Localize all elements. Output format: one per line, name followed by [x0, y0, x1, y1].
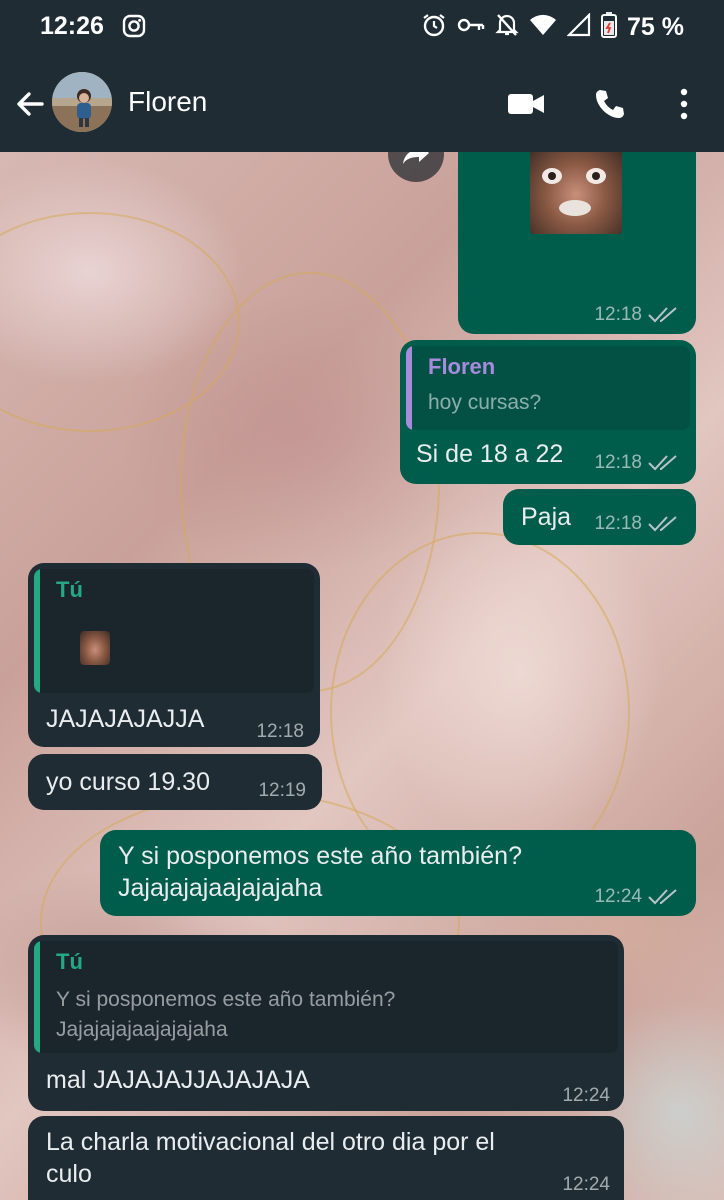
- forward-icon: [403, 152, 429, 164]
- message-meta: 12:24: [594, 886, 678, 908]
- call-icon: [596, 90, 624, 118]
- battery-percent: 75 %: [627, 13, 684, 41]
- sticker-image: [530, 152, 622, 234]
- message-outgoing[interactable]: Y si posponemos este año también? Jajaja…: [100, 830, 696, 916]
- contact-name[interactable]: Floren: [128, 86, 207, 118]
- status-bar: 12:26 75 %: [0, 0, 724, 56]
- battery-icon: [601, 12, 618, 43]
- quote-text-line: Y si posponemos este año también?: [56, 988, 396, 1011]
- avatar-photo: [52, 72, 112, 132]
- vpn-key-icon: [457, 15, 485, 40]
- message-text-line: culo: [46, 1160, 92, 1188]
- read-ticks-icon: [648, 307, 677, 323]
- more-icon: [680, 88, 688, 120]
- signal-icon: [566, 12, 591, 42]
- read-ticks-icon: [648, 455, 677, 471]
- message-text: Paja: [521, 503, 572, 531]
- quoted-sticker-thumbnail: [80, 631, 110, 665]
- more-options-button[interactable]: [664, 84, 704, 124]
- message-text: mal JAJAJAJJAJAJAJA: [46, 1066, 310, 1094]
- back-button[interactable]: [12, 86, 48, 122]
- message-incoming[interactable]: Tú Y si posponemos este año también? Jaj…: [28, 935, 624, 1111]
- back-arrow-icon: [17, 92, 44, 116]
- chat-header: Floren: [0, 56, 724, 152]
- quote-author: Tú: [56, 577, 83, 602]
- read-ticks-icon: [648, 889, 677, 905]
- message-meta: 12:18: [256, 721, 304, 743]
- video-call-button[interactable]: [506, 84, 546, 124]
- quoted-message[interactable]: Floren hoy cursas?: [406, 346, 690, 430]
- message-text-line: La charla motivacional del otro dia por …: [46, 1128, 495, 1156]
- status-icons: 75 %: [421, 12, 684, 43]
- message-time: 12:24: [594, 886, 642, 907]
- message-time: 12:18: [594, 452, 642, 473]
- quote-text: hoy cursas?: [428, 391, 542, 414]
- video-call-icon: [508, 94, 544, 114]
- instagram-icon: [122, 14, 146, 43]
- quote-author: Floren: [428, 354, 496, 379]
- mute-icon: [495, 12, 519, 43]
- message-incoming[interactable]: La charla motivacional del otro dia por …: [28, 1116, 624, 1200]
- message-time: 12:24: [562, 1085, 610, 1106]
- message-outgoing[interactable]: 12:18: [458, 152, 696, 334]
- quote-author: Tú: [56, 949, 83, 974]
- chat-area[interactable]: 12:18 Floren hoy cursas? Si de 18 a 22 1…: [0, 152, 724, 1200]
- status-time: 12:26: [40, 12, 104, 40]
- message-time: 12:18: [594, 304, 642, 325]
- read-ticks-icon: [648, 516, 677, 532]
- message-incoming[interactable]: Tú JAJAJAJAJJA 12:18: [28, 563, 320, 747]
- message-text: yo curso 19.30: [46, 768, 210, 796]
- message-text-line: Y si posponemos este año también?: [118, 842, 522, 870]
- contact-avatar[interactable]: [52, 72, 112, 132]
- message-meta: 12:24: [562, 1085, 610, 1107]
- quote-text-line: Jajajajajaajajajaha: [56, 1018, 228, 1041]
- message-outgoing[interactable]: Paja 12:18: [503, 489, 696, 545]
- message-meta: 12:19: [258, 780, 306, 802]
- message-meta: 12:18: [594, 452, 678, 474]
- wifi-icon: [529, 13, 557, 42]
- quoted-message[interactable]: Tú Y si posponemos este año también? Jaj…: [34, 941, 618, 1053]
- quote-bar: [34, 569, 40, 693]
- forward-button[interactable]: [388, 152, 444, 182]
- quote-bar: [34, 941, 40, 1053]
- message-outgoing[interactable]: Floren hoy cursas? Si de 18 a 22 12:18: [400, 340, 696, 484]
- alarm-icon: [421, 12, 447, 43]
- message-meta: 12:18: [594, 513, 678, 535]
- message-meta: 12:18: [594, 304, 678, 326]
- message-incoming[interactable]: yo curso 19.30 12:19: [28, 754, 322, 810]
- message-time: 12:19: [258, 780, 306, 801]
- message-text-line: Jajajajajaajajajaha: [118, 874, 323, 902]
- voice-call-button[interactable]: [590, 84, 630, 124]
- quoted-message[interactable]: Tú: [34, 569, 314, 693]
- message-time: 12:18: [256, 721, 304, 742]
- quote-bar: [406, 346, 412, 430]
- message-meta: 12:24: [562, 1174, 610, 1196]
- message-time: 12:18: [594, 513, 642, 534]
- message-time: 12:24: [562, 1174, 610, 1195]
- message-text: JAJAJAJAJJA: [46, 705, 205, 733]
- message-text: Si de 18 a 22: [416, 440, 564, 468]
